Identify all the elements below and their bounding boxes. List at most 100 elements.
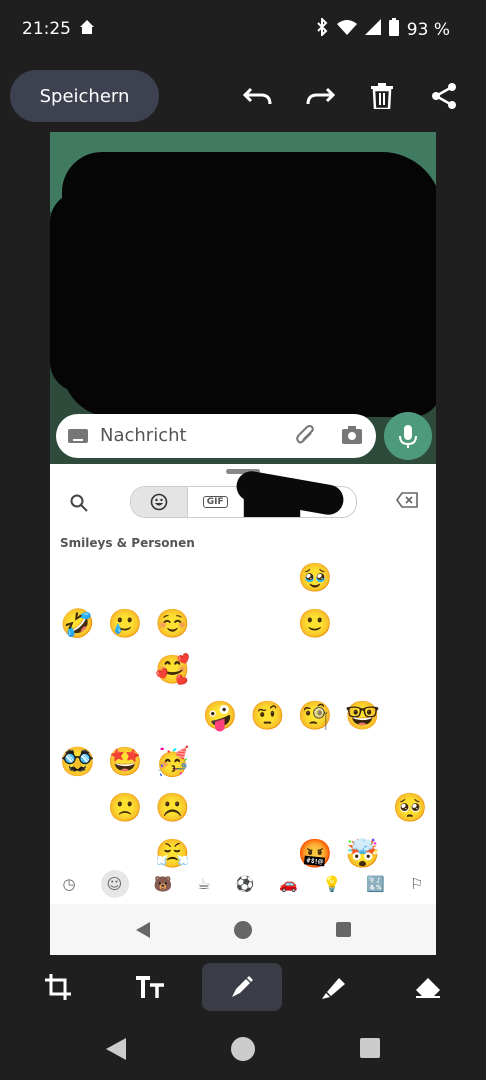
emoji-keyboard: GIF Smileys & Personen 😀 😃 😄 😁 😆 🥹 😅 😂 🤣 🥲 ☺️ 😊 😇 🙂 🙃 😉… (50, 464, 436, 870)
mic-button (384, 412, 432, 460)
wifi-icon (336, 19, 357, 40)
emoji-key: 🥳 (155, 744, 191, 778)
emoji-key: 🤣 (60, 606, 96, 640)
delete-icon[interactable] (364, 78, 400, 114)
system-nav-bar (0, 1020, 486, 1080)
emoji-key: ☺️ (155, 606, 191, 640)
eraser-icon[interactable] (388, 963, 468, 1011)
emoji-key: 😚 (348, 652, 378, 686)
emoji-key: 😳 (395, 836, 425, 870)
status-bar: 21:25 93 % (0, 0, 486, 60)
recents-icon[interactable] (360, 1038, 380, 1058)
status-right: 93 % (315, 16, 450, 41)
emoji-key: 😘 (205, 652, 235, 686)
emoji-key: 🥸 (60, 744, 96, 778)
emoji-key: ☹️ (155, 790, 191, 824)
emoji-key: 🤪 (202, 698, 238, 732)
emoji-key: 😜 (158, 698, 188, 732)
emoji-key: 🤨 (250, 698, 286, 732)
emoji-key: 🤬 (297, 836, 333, 870)
emoji-key: 🥲 (107, 606, 143, 640)
emoji-key: 😩 (348, 790, 378, 824)
emoji-key: 😞 (300, 744, 330, 778)
emoji-key: 😂 (393, 560, 427, 594)
emoji-key: 😙 (300, 652, 330, 686)
editing-tools (0, 955, 486, 1019)
emoji-key: 😍 (110, 652, 140, 686)
emoji-key: 😆 (253, 560, 283, 594)
emoji-key: 😠 (205, 836, 235, 870)
share-icon[interactable] (426, 78, 462, 114)
emoji-key: 😉 (395, 606, 425, 640)
recents-icon (336, 922, 351, 937)
battery-icon (388, 18, 399, 41)
home-circle-icon (234, 921, 252, 939)
emoji-key: 😗 (253, 652, 283, 686)
crop-icon[interactable] (18, 963, 98, 1011)
attach-icon (296, 425, 316, 451)
text-icon[interactable] (110, 963, 190, 1011)
flag-icon: ⚐ (409, 875, 424, 893)
car-icon: 🚗 (279, 875, 298, 893)
emoji-key: 🥰 (155, 652, 191, 686)
redo-icon[interactable] (302, 78, 338, 114)
backspace-icon (396, 492, 418, 512)
home-icon (78, 18, 96, 40)
home-circle-icon[interactable] (231, 1037, 255, 1061)
emoji-key: 😖 (253, 790, 283, 824)
emoji-key: 🙃 (348, 606, 378, 640)
emoji-key: 🤩 (107, 744, 143, 778)
message-input: Nachricht (56, 414, 376, 458)
status-time: 21:25 (22, 19, 71, 39)
emoji-key: 😒 (253, 744, 283, 778)
emoji-key: 😫 (300, 790, 330, 824)
search-icon (70, 494, 88, 516)
emoji-key: 😁 (205, 560, 235, 594)
highlighter-icon[interactable] (294, 963, 374, 1011)
clock-icon: ◷ (62, 875, 76, 893)
message-placeholder: Nachricht (100, 425, 187, 446)
redaction-scribble (50, 192, 110, 392)
emoji-key: 😋 (395, 652, 425, 686)
emoji-key: 😀 (63, 560, 93, 594)
redaction-scribble (62, 152, 436, 417)
keyboard-icon (68, 428, 88, 447)
emoji-section-label: Smileys & Personen (60, 536, 195, 550)
back-icon[interactable] (106, 1038, 126, 1060)
smiley-icon: ☺ (100, 870, 129, 898)
emoji-key: 🙂 (297, 606, 333, 640)
save-button[interactable]: Speichern (10, 70, 159, 122)
emoji-key: 😭 (108, 836, 142, 870)
emoji-key: 😇 (253, 606, 283, 640)
bluetooth-icon (315, 16, 329, 41)
symbols-icon: 🔣 (366, 875, 386, 893)
emoji-key: 🥺 (392, 790, 428, 824)
emoji-key: 🤯 (345, 836, 381, 870)
food-icon: ☕ (197, 875, 211, 893)
emoji-key: 🧐 (297, 698, 333, 732)
emoji-key: 😎 (395, 698, 425, 732)
emoji-key: 😃 (110, 560, 140, 594)
emoji-key: 😕 (63, 790, 93, 824)
emoji-key: 😟 (395, 744, 425, 778)
emoji-key: 😔 (348, 744, 378, 778)
sport-icon: ⚽ (235, 875, 255, 893)
tab-emoji (131, 487, 187, 517)
emoji-key: 🤓 (345, 698, 381, 732)
emoji-key: 😄 (158, 560, 188, 594)
battery-level: 93 % (406, 19, 450, 40)
emoji-key: 😣 (205, 790, 235, 824)
animal-icon: 🐻 (153, 875, 173, 893)
emoji-key: 😊 (205, 606, 235, 640)
screenshot-nav-bar (50, 904, 436, 955)
emoji-key: 😤 (155, 836, 191, 870)
bulb-icon: 💡 (322, 875, 342, 893)
emoji-key: 😅 (348, 560, 378, 594)
emoji-key: 😡 (253, 836, 283, 870)
emoji-grid: 😀 😃 😄 😁 😆 🥹 😅 😂 🤣 🥲 ☺️ 😊 😇 🙂 🙃 😉 😌 😍 🥰 😘 😗 😙 😚 😋 😛 😝 😜 🤪 🤨 🧐 🤓 😎 🥸 🤩 🥳 😏 😒 😞 😔… (54, 558, 436, 872)
signal-icon (364, 19, 381, 40)
screenshot-canvas[interactable]: Nachricht GIF Smileys & Personen 😀 😃 😄 😁… (50, 132, 436, 955)
pen-icon[interactable] (202, 963, 282, 1011)
undo-icon[interactable] (240, 78, 276, 114)
back-icon (136, 922, 150, 938)
